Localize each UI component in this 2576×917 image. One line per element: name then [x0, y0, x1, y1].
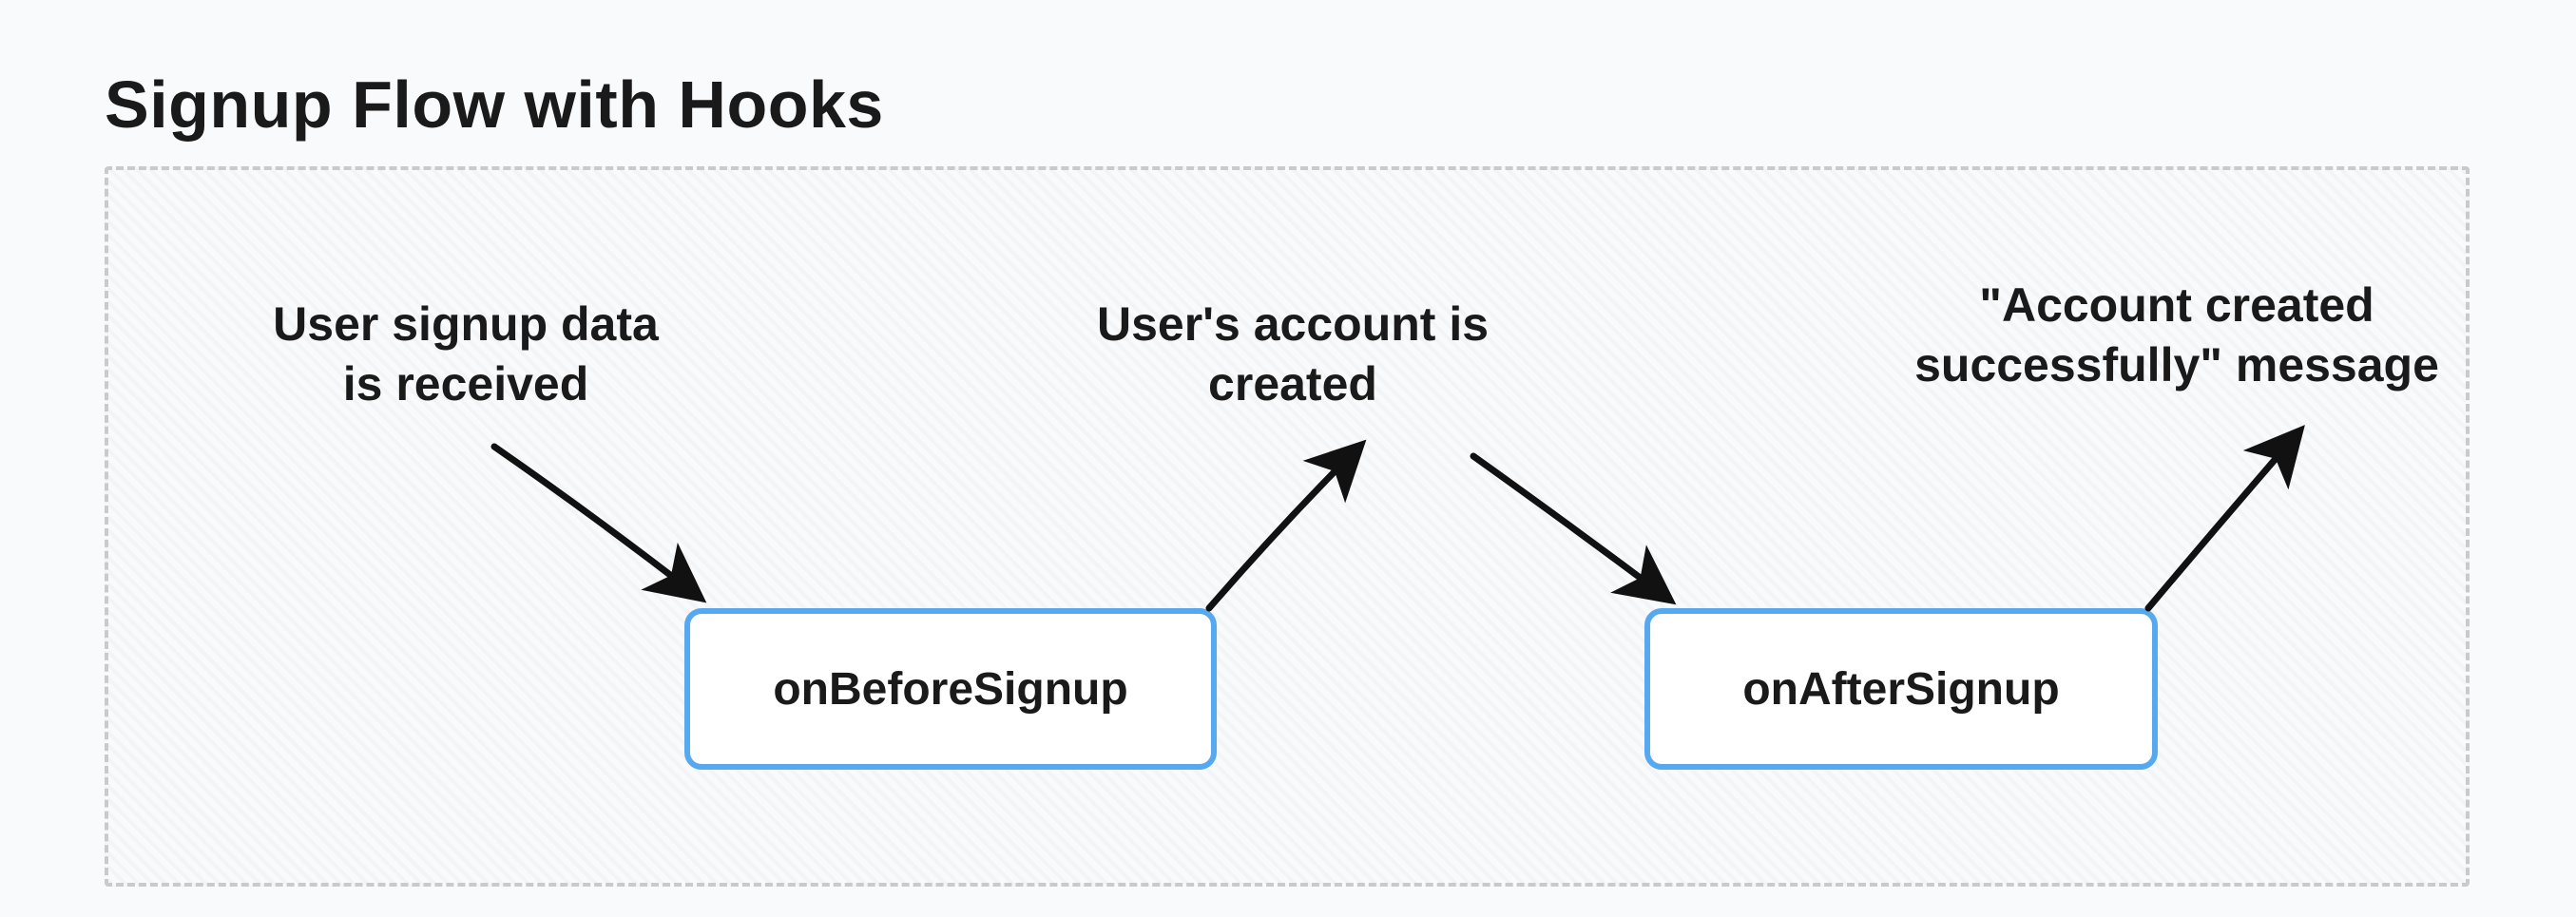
diagram-title: Signup Flow with Hooks: [105, 67, 884, 143]
node-onBeforeSignup: onBeforeSignup: [684, 608, 1217, 770]
label-output: "Account created successfully" message: [1844, 276, 2509, 394]
label-middle: User's account is created: [1008, 295, 1578, 413]
node-onBeforeSignup-label: onBeforeSignup: [773, 663, 1127, 716]
node-onAfterSignup: onAfterSignup: [1644, 608, 2158, 770]
node-onAfterSignup-label: onAfterSignup: [1742, 663, 2059, 716]
diagram-panel: [105, 166, 2470, 887]
diagram-root: Signup Flow with Hooks User signup data …: [0, 0, 2576, 917]
label-input: User signup data is received: [181, 295, 751, 413]
